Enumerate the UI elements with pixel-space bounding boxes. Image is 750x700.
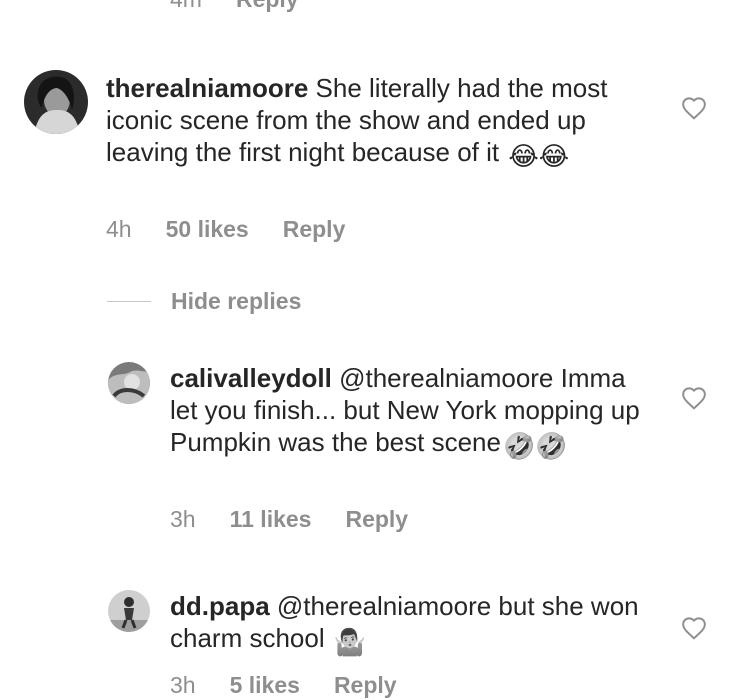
avatar-photo xyxy=(108,362,150,404)
avatar[interactable] xyxy=(108,590,150,632)
reply-username[interactable]: calivalleydoll xyxy=(170,363,332,393)
avatar-photo xyxy=(108,590,150,632)
likes-count[interactable]: 11 likes xyxy=(230,506,312,533)
hide-replies-toggle[interactable]: Hide replies xyxy=(107,288,301,315)
reply-body: calivalleydoll @therealniamoore Imma let… xyxy=(170,362,640,462)
comment-username[interactable]: therealniamoore xyxy=(106,73,308,103)
comment-time: 4m xyxy=(170,0,202,13)
comments-thread: 4m Reply therealniamoore She literally h… xyxy=(0,0,750,700)
heart-outline-icon[interactable] xyxy=(681,386,707,410)
previous-comment-meta: 4m Reply xyxy=(170,0,333,13)
laughing-emoji: 😂😂 xyxy=(508,141,570,171)
reply-button[interactable]: Reply xyxy=(283,216,346,243)
reply-button[interactable]: Reply xyxy=(334,672,397,699)
avatar[interactable] xyxy=(108,362,150,404)
avatar[interactable] xyxy=(24,70,88,134)
divider-line xyxy=(107,301,151,302)
comment-meta: 4h 50 likes Reply xyxy=(106,216,379,243)
avatar-photo xyxy=(24,70,88,134)
heart-outline-icon[interactable] xyxy=(681,616,707,640)
likes-count[interactable]: 5 likes xyxy=(230,672,300,699)
reply-time: 3h xyxy=(170,672,196,698)
reply-button[interactable]: Reply xyxy=(345,506,408,533)
reply-time: 3h xyxy=(170,506,196,532)
reply-username[interactable]: dd.papa xyxy=(170,591,270,621)
reply-meta: 3h 11 likes Reply xyxy=(170,506,442,533)
heart-outline-icon[interactable] xyxy=(681,96,707,120)
comment-time: 4h xyxy=(106,216,132,242)
comment-body: therealniamoore She literally had the mo… xyxy=(106,72,636,172)
likes-count[interactable]: 50 likes xyxy=(166,216,249,243)
reply-button[interactable]: Reply xyxy=(236,0,299,13)
reply-meta: 3h 5 likes Reply xyxy=(170,672,431,699)
rofl-emoji: 🤣🤣 xyxy=(502,431,568,461)
reply-body: dd.papa @therealniamoore but she won cha… xyxy=(170,590,640,658)
shrug-emoji: 🤷‍♂️ xyxy=(333,627,367,657)
hide-replies-label: Hide replies xyxy=(171,288,302,314)
